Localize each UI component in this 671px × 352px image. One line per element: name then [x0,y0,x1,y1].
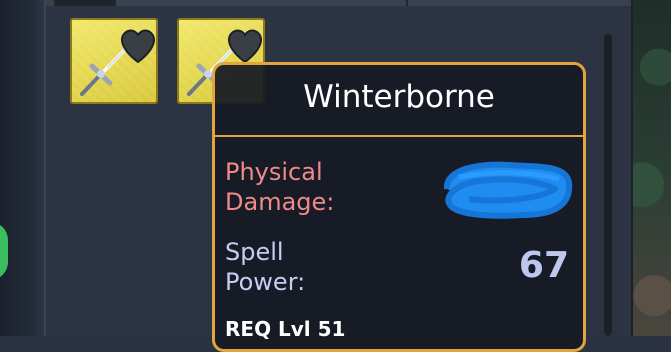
tab-active[interactable] [54,0,116,6]
heart-icon [121,29,155,64]
spell-power-value: 67 [518,245,569,286]
level-requirement: REQ Lvl 51 [225,317,346,341]
inventory-slot[interactable] [70,18,158,104]
green-orb [0,222,8,280]
tab-separator [406,0,408,6]
scrollbar[interactable] [604,34,612,336]
item-title: Winterborne [303,79,495,115]
item-tooltip: Winterborne Physical Damage: Spell Power… [212,62,586,352]
redaction-scribble [444,161,573,219]
tab-strip [46,0,631,6]
tooltip-divider [215,135,583,137]
left-background [0,0,44,336]
physical-damage-label: Physical Damage: [225,158,335,216]
spell-power-label: Spell Power: [225,238,306,296]
world-background [629,0,671,336]
